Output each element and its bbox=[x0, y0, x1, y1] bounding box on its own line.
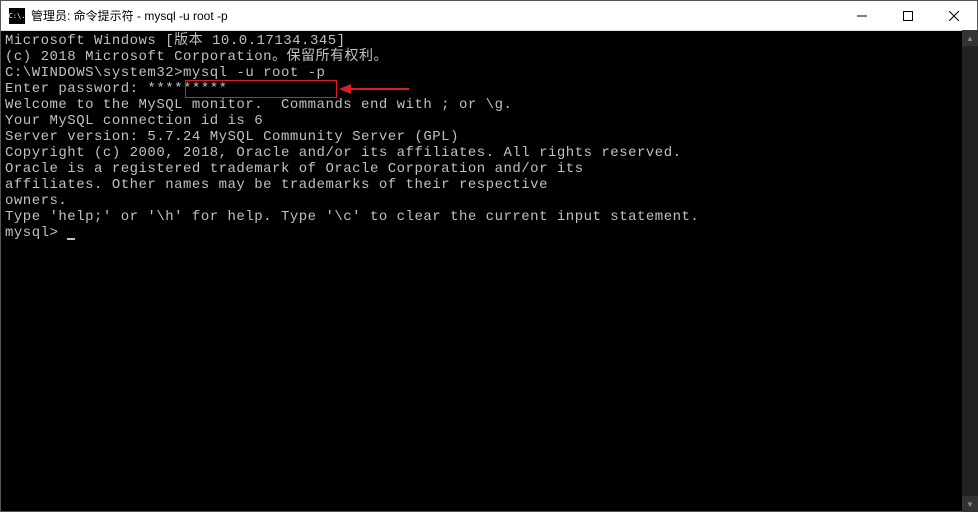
terminal-line: (c) 2018 Microsoft Corporation。保留所有权利。 bbox=[5, 49, 973, 65]
scrollbar[interactable]: ▲ ▼ bbox=[962, 30, 978, 512]
terminal-line: Server version: 5.7.24 MySQL Community S… bbox=[5, 129, 973, 145]
window-title: 管理员: 命令提示符 - mysql -u root -p bbox=[31, 7, 839, 24]
terminal-line: affiliates. Other names may be trademark… bbox=[5, 177, 973, 193]
terminal-line: Welcome to the MySQL monitor. Commands e… bbox=[5, 97, 973, 113]
mysql-prompt: mysql> bbox=[5, 225, 67, 241]
terminal-line: Type 'help;' or '\h' for help. Type '\c'… bbox=[5, 209, 973, 225]
close-button[interactable] bbox=[931, 1, 977, 30]
terminal-area[interactable]: Microsoft Windows [版本 10.0.17134.345] (c… bbox=[1, 31, 977, 511]
terminal-prompt-line: mysql> bbox=[5, 225, 973, 241]
terminal-line: Enter password: ********* bbox=[5, 81, 973, 97]
terminal-line: Your MySQL connection id is 6 bbox=[5, 113, 973, 129]
window-controls bbox=[839, 1, 977, 30]
cmd-icon: C:\. bbox=[9, 8, 25, 24]
terminal-line: Oracle is a registered trademark of Orac… bbox=[5, 161, 973, 177]
terminal-line: Microsoft Windows [版本 10.0.17134.345] bbox=[5, 33, 973, 49]
terminal-line: owners. bbox=[5, 193, 973, 209]
cursor bbox=[67, 238, 75, 240]
terminal-line-command: C:\WINDOWS\system32>mysql -u root -p bbox=[5, 65, 973, 81]
scroll-up-button[interactable]: ▲ bbox=[962, 30, 978, 46]
window-titlebar[interactable]: C:\. 管理员: 命令提示符 - mysql -u root -p bbox=[1, 1, 977, 31]
terminal-line: Copyright (c) 2000, 2018, Oracle and/or … bbox=[5, 145, 973, 161]
minimize-button[interactable] bbox=[839, 1, 885, 30]
maximize-button[interactable] bbox=[885, 1, 931, 30]
scroll-down-button[interactable]: ▼ bbox=[962, 496, 978, 512]
